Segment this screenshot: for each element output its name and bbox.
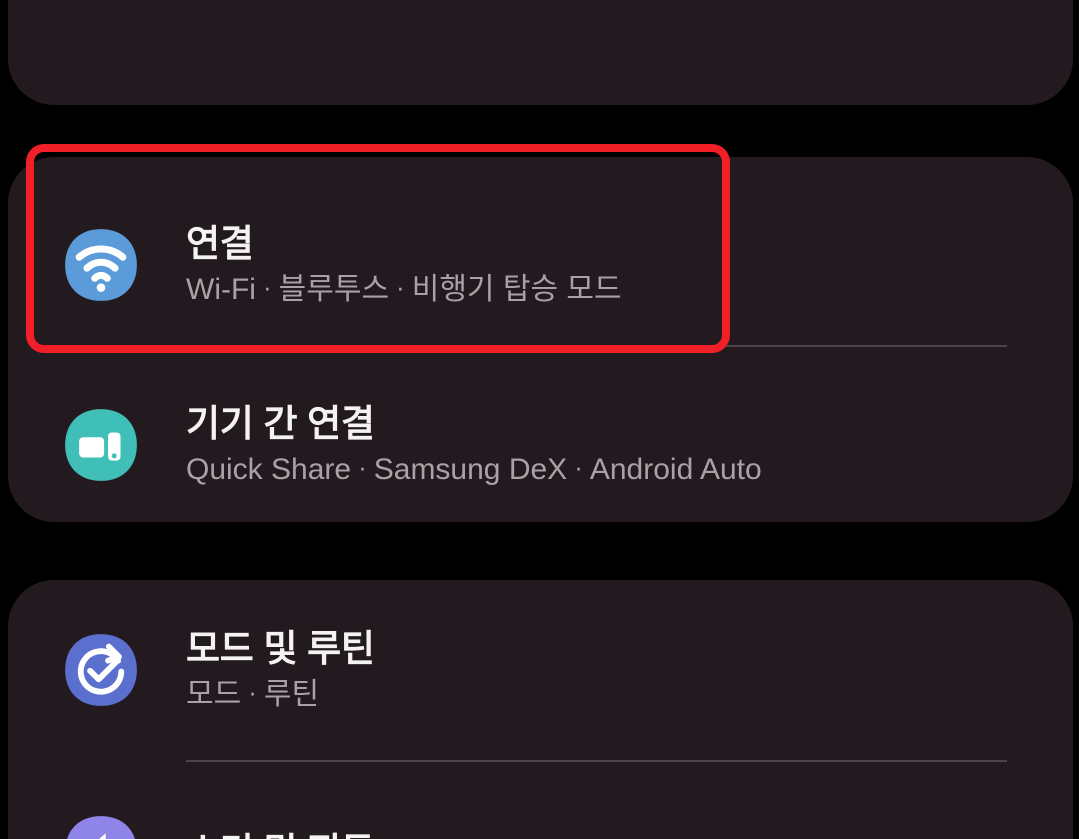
settings-item-connected-devices[interactable]: 기기 간 연결 Quick Share · Samsung DeX · Android … [8,395,1073,495]
recommendation-card[interactable]: 삼성 계정 추천이 1개 더 있음 [8,0,1073,105]
separator-dot: · [358,451,367,482]
list-divider [186,345,1007,347]
settings-item-subtitle: 모드 · 루틴 [186,677,375,714]
subtitle-part: Samsung DeX [373,452,568,486]
modes-card: 모드 및 루틴 모드·루틴 소리 및 진동 [8,580,1073,839]
subtitle-part: 비행기 탑승 모드 [411,272,622,306]
subtitle-part: 블루투스 [278,272,390,306]
separator-dot: · [248,676,257,707]
settings-item-text: 소리 및 진동 [186,830,375,839]
settings-item-text: 기기 간 연결 Quick Share · Samsung DeX · Android … [186,402,762,488]
settings-item-title: 연결 [186,222,254,264]
separator-dot: · [574,451,583,482]
settings-item-title: 소리 및 진동 [186,830,375,839]
settings-item-modes-routines[interactable]: 모드 및 루틴 모드 · 루틴 [8,620,1073,720]
modes-routines-icon [62,631,140,709]
subtitle-part: Quick Share [186,452,352,486]
settings-item-subtitle: Quick Share · Samsung DeX · Android Auto [186,452,762,489]
settings-item-text: 연결 Wi-Fi · 블루투스 · 비행기 탑승 모드 [186,222,622,308]
settings-item-sound-vibration[interactable]: 소리 및 진동 [8,802,1073,839]
connections-card: 연결 Wi-Fi · 블루투스 · 비행기 탑승 모드 기기 간 연결 Quic… [8,157,1073,522]
separator-dot: · [262,271,272,302]
settings-item-subtitle: Wi-Fi · 블루투스 · 비행기 탑승 모드 [186,272,622,309]
settings-item-title: 기기 간 연결 [186,402,375,444]
settings-item-title: 모드 및 루틴 [186,627,375,669]
list-divider [186,760,1007,762]
settings-item-connections[interactable]: 연결 Wi-Fi · 블루투스 · 비행기 탑승 모드 [8,215,1073,315]
subtitle-part: 모드 [186,677,242,711]
wifi-icon [62,226,140,304]
sound-vibration-icon [62,813,140,839]
subtitle-part: Wi-Fi [186,272,256,306]
subtitle-part: Android Auto [589,452,762,486]
separator-dot: · [396,271,405,302]
subtitle-part: 루틴 [263,677,320,711]
settings-item-text: 모드 및 루틴 모드 · 루틴 [186,627,375,713]
settings-screen: 삼성 계정 추천이 1개 더 있음 연결 [0,0,1079,839]
devices-icon [62,406,140,484]
